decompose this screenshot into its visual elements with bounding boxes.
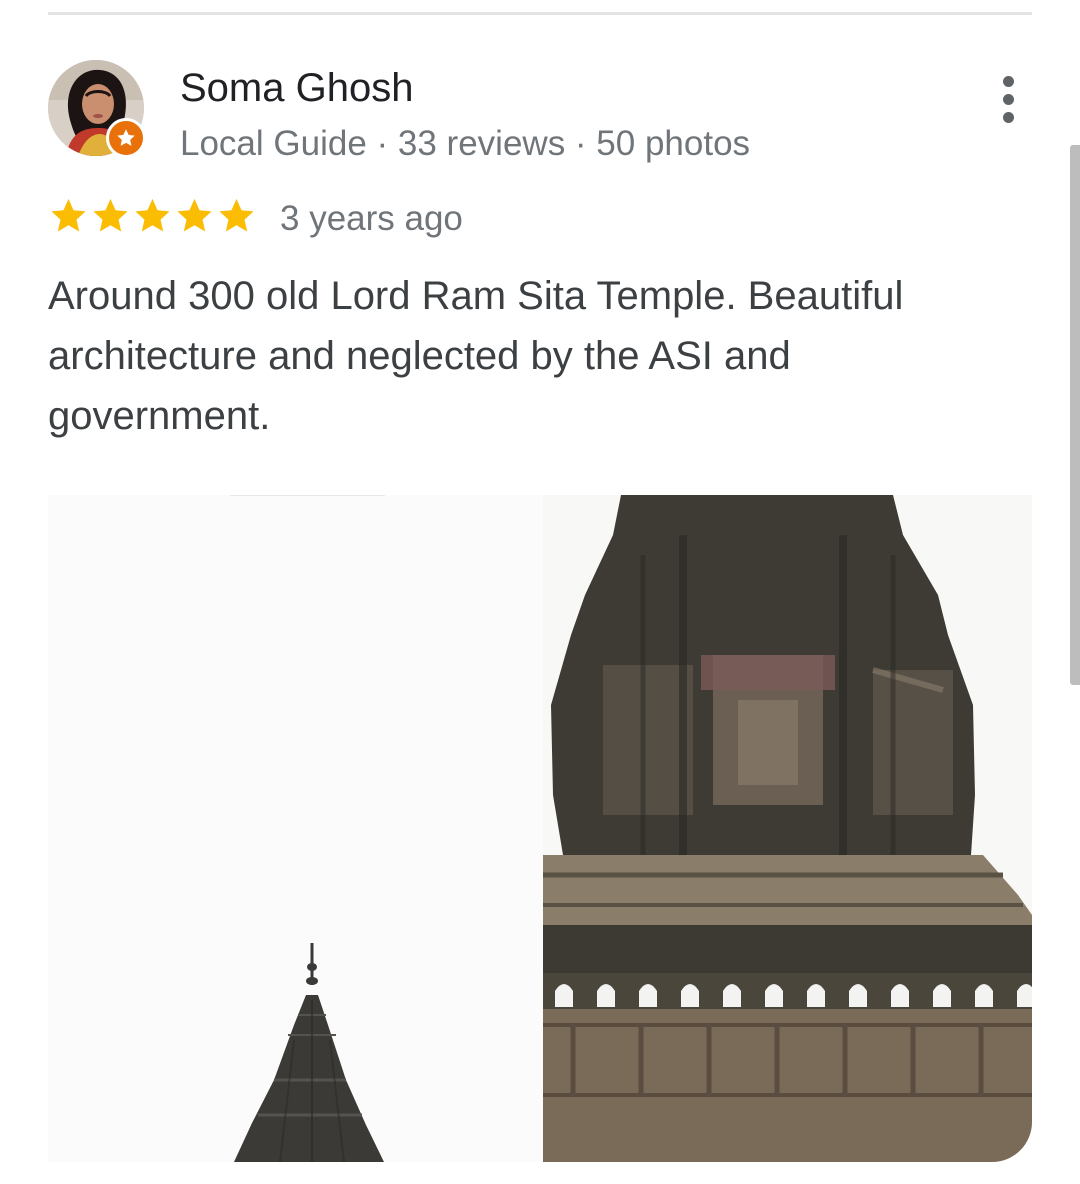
review-time: 3 years ago: [280, 199, 463, 238]
arch-shape: [681, 984, 699, 1007]
arch-shape: [807, 984, 825, 1007]
top-divider: [48, 12, 1032, 15]
reviewer-name[interactable]: Soma Ghosh: [180, 64, 413, 112]
star-rating: [48, 194, 257, 238]
arch-shape: [891, 984, 909, 1007]
arch-shape: [723, 984, 741, 1007]
more-vert-icon: [1002, 93, 1014, 105]
reviewer-meta[interactable]: Local Guide · 33 reviews · 50 photos: [180, 122, 750, 166]
scrollbar[interactable]: [1070, 145, 1080, 685]
arch-shape: [597, 984, 615, 1007]
temple-spire-photo-icon: [48, 495, 543, 1162]
arch-shape: [975, 984, 993, 1007]
more-vert-icon: [1002, 111, 1014, 123]
local-guide-star-badge: [106, 118, 146, 158]
star-icon: [177, 198, 212, 232]
review-photo[interactable]: [48, 495, 543, 1162]
arch-shape: [765, 984, 783, 1007]
star-badge-icon: [117, 129, 135, 146]
temple-tower-closeup-photo-icon: [543, 495, 1032, 1162]
review-text[interactable]: Around 300 old Lord Ram Sita Temple. Bea…: [48, 266, 1008, 446]
review-photo[interactable]: [543, 495, 1032, 1162]
arch-shape: [933, 984, 951, 1007]
star-icon: [93, 198, 128, 232]
review-photos: [48, 495, 1032, 1162]
more-vert-icon: [1002, 75, 1014, 87]
arch-shape: [849, 984, 867, 1007]
star-icon: [219, 198, 254, 232]
arch-shape: [555, 984, 573, 1007]
arch-shape: [639, 984, 657, 1007]
star-icon: [51, 198, 86, 232]
star-icon: [135, 198, 170, 232]
more-options-button[interactable]: [984, 72, 1032, 126]
